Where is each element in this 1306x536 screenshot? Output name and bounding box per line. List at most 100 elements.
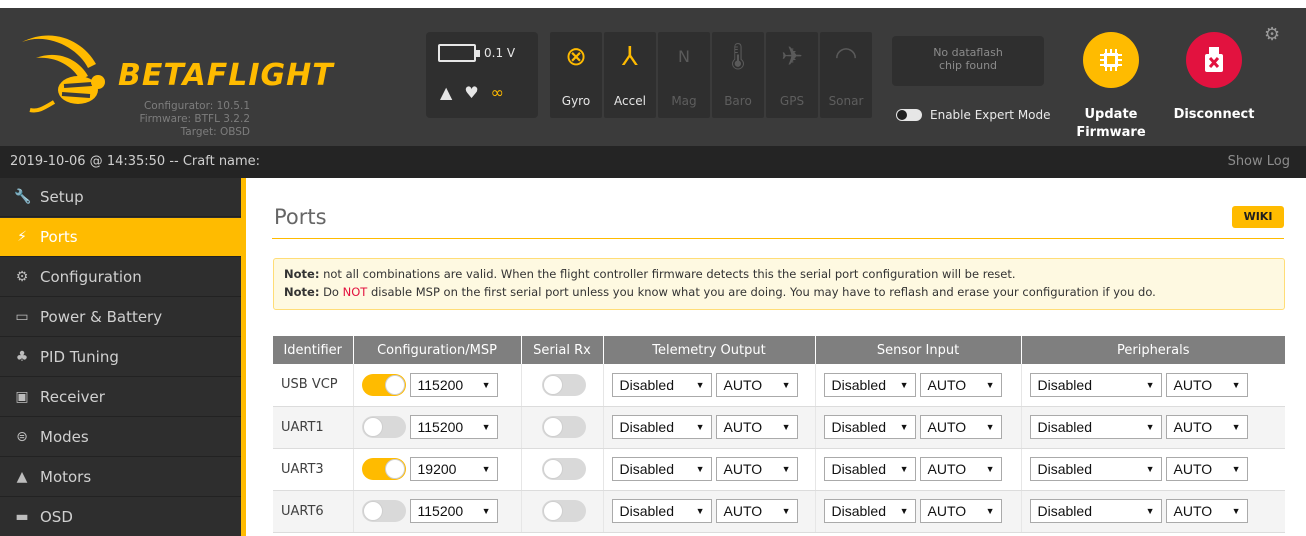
column-header: Configuration/MSP [353,336,522,364]
sidebar-item-label: Power & Battery [40,308,163,326]
select-value: AUTO [927,376,967,393]
peripherals-baud-select[interactable]: AUTO ▼ [1165,499,1248,523]
select-value: AUTO [927,461,967,477]
msp-toggle[interactable] [361,500,406,522]
msp-baud-select[interactable]: 115200 ▼ [409,499,498,523]
peripherals-cell: Disabled ▼ AUTO ▼ [1021,490,1285,533]
serial-rx-cell [521,490,604,533]
select-value: AUTO [723,376,763,393]
select-value: 115200 [417,503,464,519]
port-identifier: UART1 [273,406,354,449]
peripherals-baud-select[interactable]: AUTO ▼ [1165,372,1248,397]
select-value: AUTO [1173,503,1213,519]
chip-icon [1083,32,1139,88]
sidebar-item-ports[interactable]: ⚡ Ports [0,218,241,257]
sensor-baud-select[interactable]: AUTO ▼ [919,457,1002,481]
sidebar-item-modes[interactable]: ⊜ Modes [0,418,241,457]
port-identifier: UART6 [273,490,354,533]
settings-gear-icon[interactable]: ⚙ [1264,24,1280,45]
sensor-cell: Disabled ▼ AUTO ▼ [815,448,1022,491]
sensor-baud-select[interactable]: AUTO ▼ [919,372,1002,397]
msp-baud-select[interactable]: 115200 ▼ [409,415,498,439]
peripherals-select[interactable]: Disabled ▼ [1029,457,1162,481]
serial-rx-toggle[interactable] [541,500,586,522]
dropdown-arrow-icon: ▼ [985,379,995,390]
select-value: AUTO [927,419,967,435]
expert-mode[interactable]: Enable Expert Mode [896,108,1051,122]
battery-status: 0.1 V ▲ ♥ ∞ [426,32,538,118]
dropdown-arrow-icon: ▼ [899,464,909,474]
msp-toggle[interactable] [361,373,406,396]
note-line-1: Note: not all combinations are valid. Wh… [284,265,1274,283]
sidebar-item-receiver[interactable]: ▣ Receiver [0,378,241,417]
select-value: Disabled [1037,376,1092,393]
peripherals-baud-select[interactable]: AUTO ▼ [1165,415,1248,439]
select-value: Disabled [619,461,674,477]
telemetry-select[interactable]: Disabled ▼ [611,372,712,397]
disconnect-button[interactable]: Disconnect [1164,32,1264,124]
msp-baud-select[interactable]: 19200 ▼ [409,457,498,481]
sensor-baro: 🌡 Baro [712,32,764,118]
status-bar: 2019-10-06 @ 14:35:50 -- Craft name: Sho… [0,146,1306,178]
sidebar-item-power-battery[interactable]: ▭ Power & Battery [0,298,241,337]
sensor-select[interactable]: Disabled ▼ [823,372,916,397]
sidebar-item-setup[interactable]: 🔧 Setup [0,178,241,217]
sensor-select[interactable]: Disabled ▼ [823,415,916,439]
plug-icon: ⚡ [17,229,27,245]
telemetry-baud-select[interactable]: AUTO ▼ [715,457,798,481]
select-value: AUTO [1173,461,1213,477]
serial-rx-toggle[interactable] [541,458,586,480]
show-log-link[interactable]: Show Log [1228,154,1290,169]
bee-logo-icon [22,35,105,113]
msp-toggle[interactable] [361,416,406,438]
sidebar-item-pid-tuning[interactable]: ♣ PID Tuning [0,338,241,377]
update-firmware-button[interactable]: Update Firmware [1066,32,1156,142]
msp-baud-select[interactable]: 115200 ▼ [409,372,498,397]
port-identifier: USB VCP [273,364,354,407]
select-value: Disabled [1037,419,1092,435]
sidebar-item-motors[interactable]: ▲ Motors [0,458,241,497]
peripherals-cell: Disabled ▼ AUTO ▼ [1021,406,1285,449]
note-text: disable MSP on the first serial port unl… [367,285,1156,299]
sidebar-item-label: Modes [40,428,89,446]
peripherals-select[interactable]: Disabled ▼ [1029,372,1162,397]
sensor-select[interactable]: Disabled ▼ [823,457,916,481]
sidebar-item-osd[interactable]: ▬ OSD [0,498,241,536]
serial-rx-toggle[interactable] [541,416,586,438]
sensor-select[interactable]: Disabled ▼ [823,499,916,523]
telemetry-baud-select[interactable]: AUTO ▼ [715,415,798,439]
sidebar-item-label: PID Tuning [40,348,119,366]
dropdown-arrow-icon: ▼ [781,506,791,516]
sensor-cell: Disabled ▼ AUTO ▼ [815,490,1022,533]
peripherals-baud-select[interactable]: AUTO ▼ [1165,457,1248,481]
dropdown-arrow-icon: ▼ [781,379,791,390]
sensor-baud-select[interactable]: AUTO ▼ [919,415,1002,439]
baro-icon: 🌡 [721,42,755,72]
column-header: Serial Rx [521,336,604,364]
peripherals-select[interactable]: Disabled ▼ [1029,415,1162,439]
telemetry-select[interactable]: Disabled ▼ [611,499,712,523]
serial-rx-toggle[interactable] [541,373,586,396]
peripherals-select[interactable]: Disabled ▼ [1029,499,1162,523]
sensor-label: Baro [724,94,752,108]
telemetry-select[interactable]: Disabled ▼ [611,457,712,481]
msp-toggle[interactable] [361,458,406,480]
battery-icon [438,44,480,62]
dropdown-arrow-icon: ▼ [985,506,995,516]
sensor-baud-select[interactable]: AUTO ▼ [919,499,1002,523]
sensor-status: ⊗ Gyro ⅄ Accel N Mag 🌡 Baro ✈ GPS ◠ Sona… [550,32,872,118]
select-value: Disabled [1037,503,1092,519]
telemetry-baud-select[interactable]: AUTO ▼ [715,499,798,523]
telemetry-baud-select[interactable]: AUTO ▼ [715,372,798,397]
expert-mode-toggle[interactable] [896,109,922,121]
sidebar-item-configuration[interactable]: ⚙ Configuration [0,258,241,297]
ports-table: Identifier Configuration/MSP Serial Rx T… [273,336,1285,533]
motor-icon: ▲ [16,469,28,485]
mag-icon: N [678,47,690,66]
wiki-button[interactable]: WIKI [1232,206,1284,228]
sensor-accel: ⅄ Accel [604,32,656,118]
dropdown-arrow-icon: ▼ [1145,506,1155,516]
telemetry-select[interactable]: Disabled ▼ [611,415,712,439]
sensor-mag: N Mag [658,32,710,118]
dropdown-arrow-icon: ▼ [1145,422,1155,432]
